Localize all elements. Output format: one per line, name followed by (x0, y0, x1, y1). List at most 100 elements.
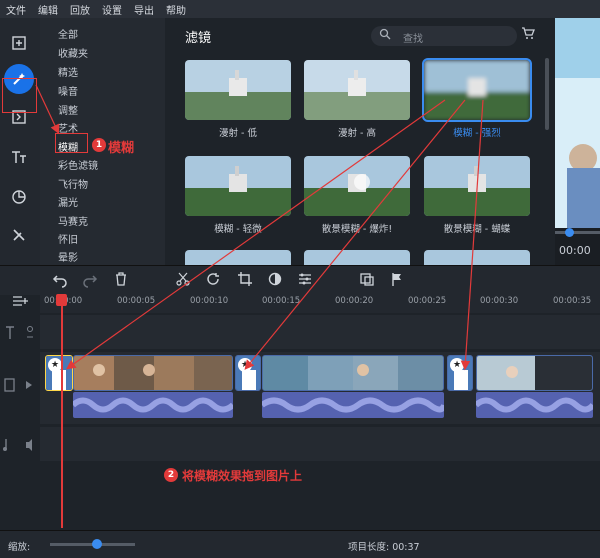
properties-icon[interactable] (298, 272, 312, 290)
editing-toolbar (0, 265, 600, 295)
playhead[interactable] (61, 295, 63, 528)
import-icon[interactable] (4, 28, 34, 58)
filter-thumbnail (304, 250, 410, 265)
tick-label: 00:00:30 (480, 296, 519, 306)
title-track-header (0, 323, 40, 346)
audio-waveform[interactable] (260, 392, 447, 418)
cart-icon[interactable] (521, 26, 537, 42)
category-featured[interactable]: 精选 (58, 64, 78, 79)
preview-scrubber[interactable] (565, 228, 574, 237)
crop-icon[interactable] (238, 272, 252, 290)
clip-thumbnail (263, 356, 443, 390)
preview-progress[interactable] (555, 231, 600, 234)
panel-scrollbar[interactable] (545, 58, 549, 130)
category-favorites[interactable]: 收藏夹 (58, 45, 88, 60)
tick-label: 00:00:05 (117, 296, 156, 306)
filter-label: 模糊 - 强烈 (453, 128, 501, 139)
zoom-label: 缩放: (8, 542, 31, 553)
category-flying-objects[interactable]: 飞行物 (58, 176, 88, 191)
video-clip[interactable]: ★ (45, 355, 73, 391)
filter-thumbnail (304, 60, 410, 120)
video-clip[interactable] (73, 355, 233, 391)
marker-flag-icon[interactable] (390, 272, 404, 290)
filter-thumbnail (185, 250, 291, 265)
delete-icon[interactable] (114, 272, 128, 290)
filter-card-blur-light[interactable] (185, 156, 291, 216)
audio-track[interactable] (40, 427, 600, 461)
tools-icon[interactable] (4, 220, 34, 250)
filter-thumbnail (185, 60, 291, 120)
playhead-handle[interactable] (56, 294, 67, 306)
zoom-knob[interactable] (92, 539, 102, 549)
step1-label: 模糊 (108, 141, 135, 156)
titles-icon[interactable] (4, 142, 34, 172)
time-ruler[interactable]: 00:00:00 00:00:05 00:00:10 00:00:15 00:0… (40, 295, 600, 313)
add-track-icon[interactable] (12, 295, 28, 310)
tick-label: 00:00:35 (553, 296, 592, 306)
filter-card-partial[interactable] (185, 250, 291, 265)
preview-time: 00:00 (559, 244, 591, 257)
filter-card-diffuse-high[interactable] (304, 60, 410, 120)
panel-title: 滤镜 (185, 31, 212, 46)
rail-annotation-box (2, 78, 37, 113)
filter-card-partial[interactable] (304, 250, 410, 265)
menu-playback[interactable]: 回放 (70, 2, 90, 17)
status-bar: 缩放: 项目长度: 00:37 (0, 530, 600, 558)
effect-star-icon: ★ (48, 358, 62, 372)
menu-help[interactable]: 帮助 (166, 2, 186, 17)
category-light-leak[interactable]: 漏光 (58, 194, 78, 209)
step1-badge: 1 (92, 138, 106, 152)
effect-star-icon: ★ (450, 358, 464, 372)
category-noise[interactable]: 噪音 (58, 83, 78, 98)
audio-waveform[interactable] (70, 392, 236, 418)
scissors-icon[interactable] (176, 272, 190, 290)
redo-icon[interactable] (82, 272, 98, 292)
filter-card-bokeh-butterfly[interactable] (424, 156, 530, 216)
tick-label: 00:00:20 (335, 296, 374, 306)
color-adjust-icon[interactable] (268, 272, 282, 290)
menu-file[interactable]: 文件 (6, 2, 26, 17)
waveform-graphic (473, 397, 596, 413)
menu-export[interactable]: 导出 (134, 2, 154, 17)
step2-label: 将模糊效果拖到图片上 (182, 469, 303, 483)
stickers-icon[interactable] (4, 182, 34, 212)
filter-label: 散景模糊 - 爆炸! (321, 224, 393, 235)
category-mosaic[interactable]: 马赛克 (58, 213, 88, 228)
filter-card-partial[interactable] (424, 250, 530, 265)
menu-bar: 文件 编辑 回放 设置 导出 帮助 (0, 0, 600, 18)
category-adjust[interactable]: 调整 (58, 102, 78, 117)
filter-card-diffuse-low[interactable] (185, 60, 291, 120)
filter-card-blur-strong[interactable] (422, 58, 532, 122)
clip-properties-icon[interactable] (360, 272, 374, 290)
category-all[interactable]: 全部 (58, 26, 78, 41)
project-length: 项目长度: 00:37 (348, 542, 420, 553)
video-track-header (0, 375, 40, 400)
tick-label: 00:00:10 (190, 296, 229, 306)
category-color-filters[interactable]: 彩色滤镜 (58, 157, 98, 172)
undo-icon[interactable] (52, 272, 68, 292)
clip-thumbnail (477, 356, 592, 390)
video-clip[interactable] (262, 355, 444, 391)
search-box[interactable]: 查找 (371, 26, 517, 46)
audio-waveform[interactable] (473, 392, 596, 418)
filter-card-bokeh-burst[interactable] (304, 156, 410, 216)
title-track[interactable] (40, 315, 600, 349)
waveform-graphic (70, 397, 236, 413)
audio-track-header (0, 435, 40, 458)
search-input[interactable]: 查找 (403, 30, 423, 45)
tick-label: 00:00:25 (408, 296, 447, 306)
filter-thumbnail (424, 60, 530, 120)
effect-star-icon: ★ (238, 358, 252, 372)
filter-label: 漫射 - 低 (219, 128, 257, 139)
video-clip[interactable]: ★ (447, 355, 473, 391)
category-retro[interactable]: 怀旧 (58, 231, 78, 246)
video-clip[interactable]: ★ (235, 355, 261, 391)
category-vignette[interactable]: 晕影 (58, 249, 78, 264)
video-clip[interactable] (476, 355, 593, 391)
menu-edit[interactable]: 编辑 (38, 2, 58, 17)
preview-image (555, 18, 600, 228)
rotate-icon[interactable] (206, 272, 220, 290)
menu-settings[interactable]: 设置 (102, 2, 122, 17)
filter-thumbnail (424, 250, 530, 265)
search-icon (379, 28, 391, 40)
